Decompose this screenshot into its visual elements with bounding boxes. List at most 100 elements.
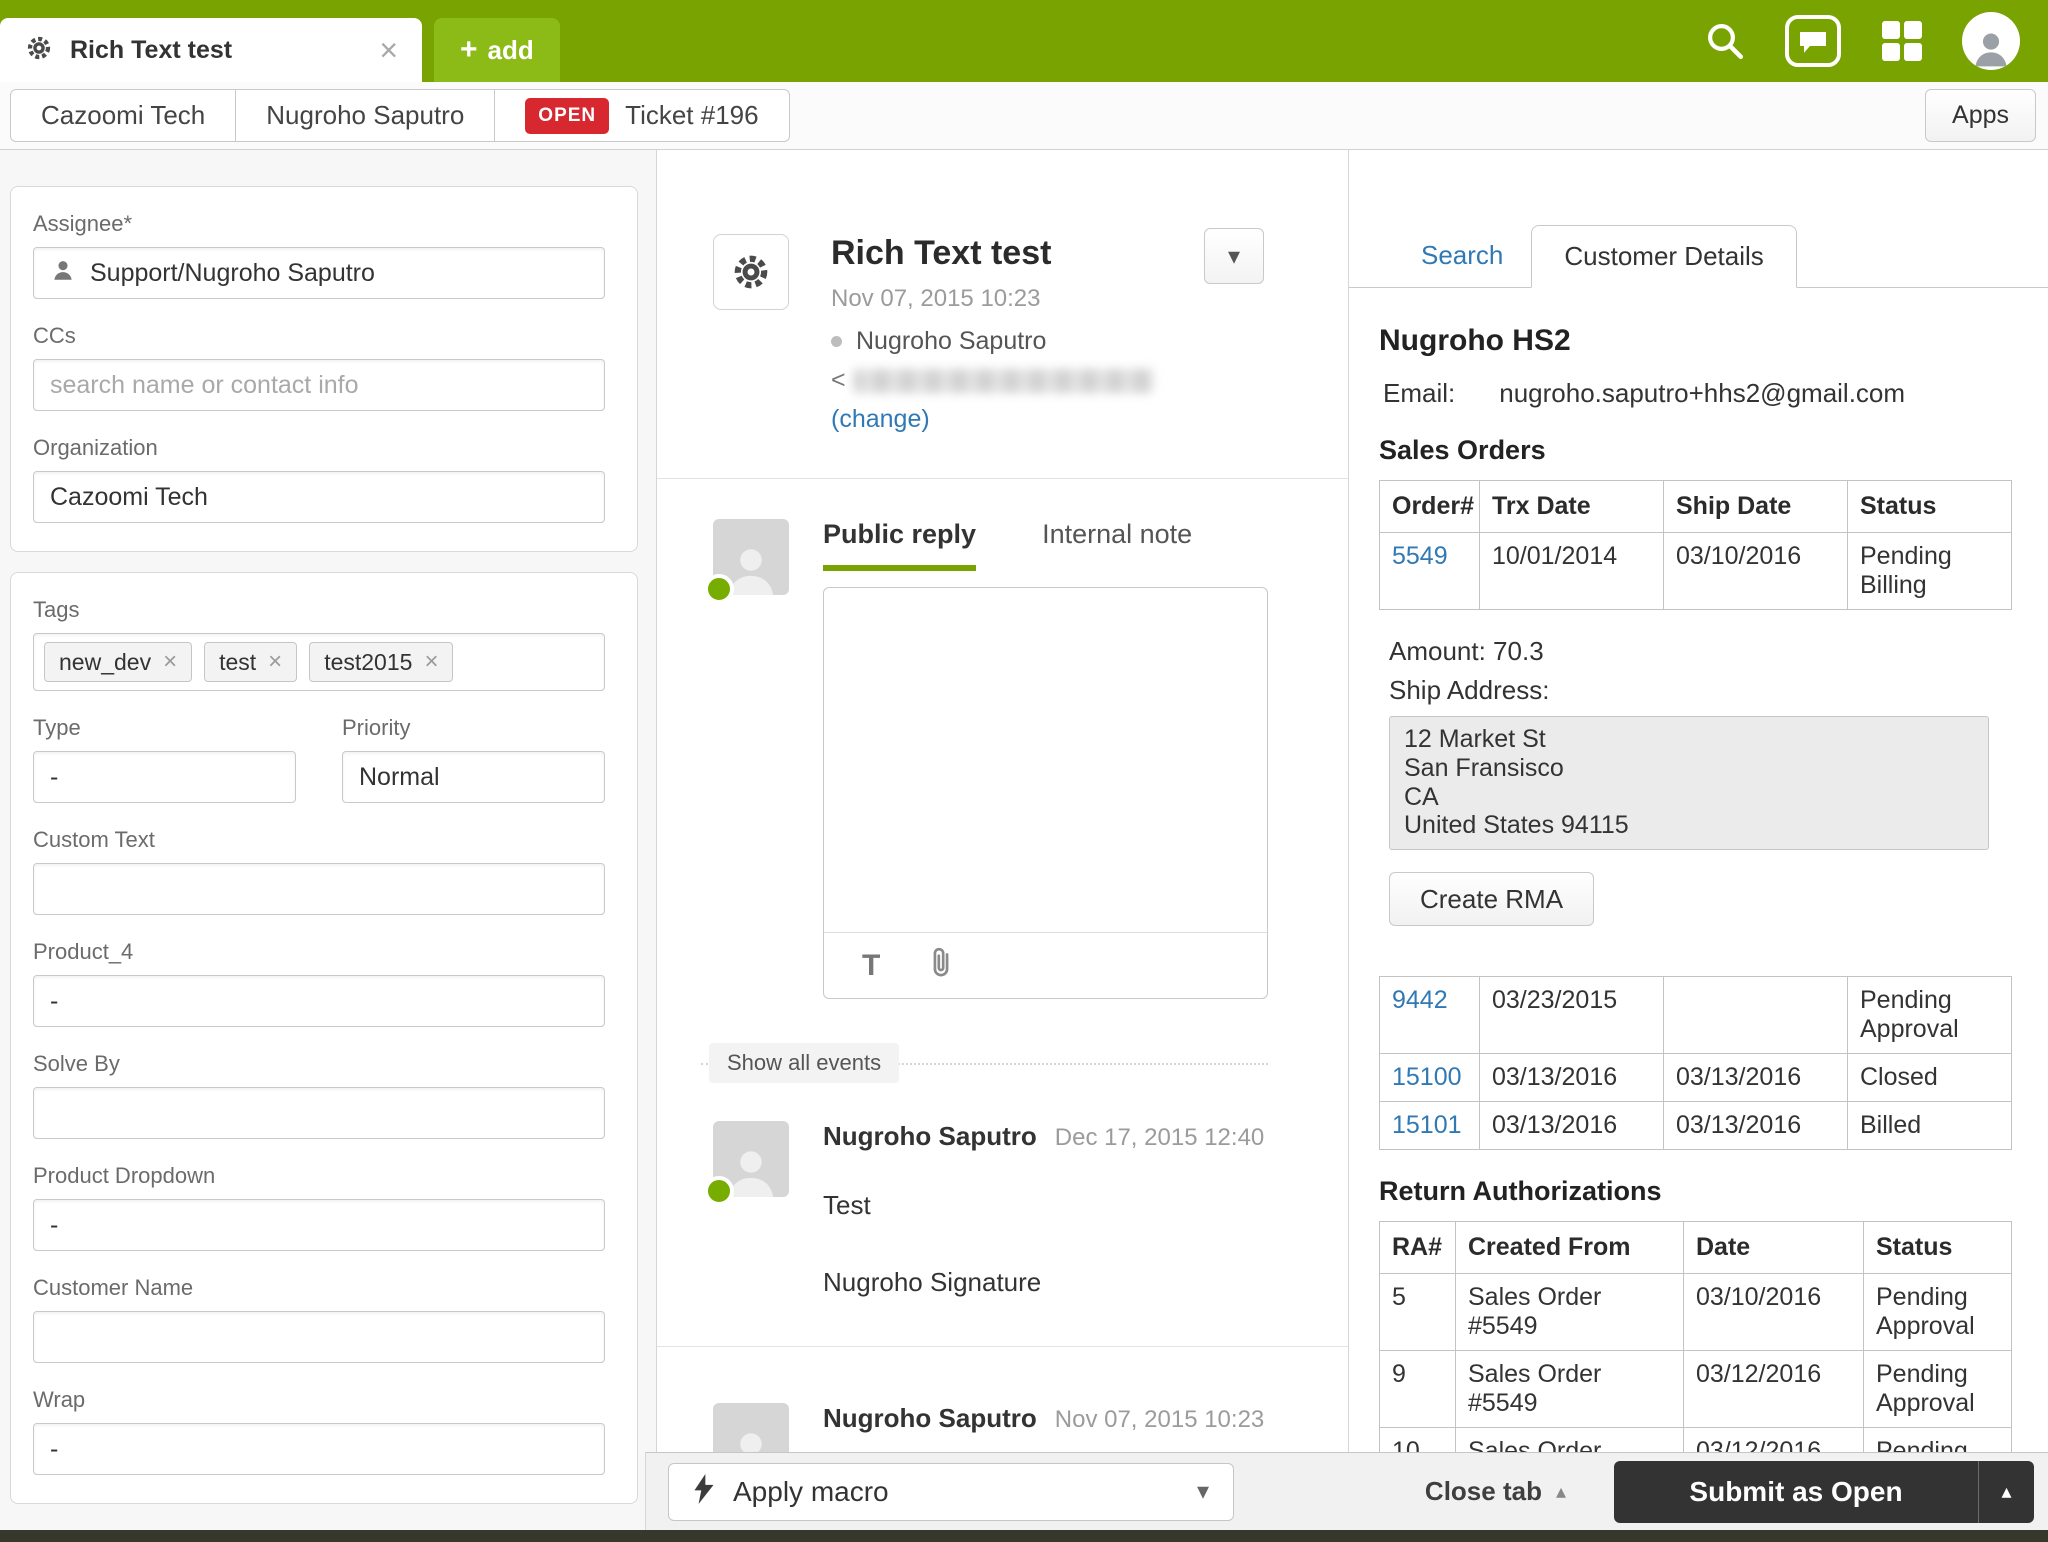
ra-number-cell: 5 <box>1379 1273 1456 1351</box>
conversation-options-button[interactable]: ▾ <box>1204 228 1264 284</box>
tags-field[interactable]: new_dev × test × test2015 × <box>33 633 605 691</box>
reply-composer: T <box>823 587 1268 999</box>
show-all-events-button[interactable]: Show all events <box>709 1043 900 1083</box>
solve-by-input[interactable] <box>33 1087 605 1139</box>
return-authorizations-table: RA# Created From Date Status 5 Sales Ord… <box>1379 1221 2012 1452</box>
tab-customer-details[interactable]: Customer Details <box>1531 225 1797 288</box>
tags-label: Tags <box>33 597 80 622</box>
add-tab-label: add <box>487 34 534 65</box>
requester-name: Nugroho Saputro <box>856 327 1047 355</box>
breadcrumb: Cazoomi Tech Nugroho Saputro OPEN Ticket… <box>10 89 790 142</box>
person-icon <box>50 257 76 290</box>
reply-tabs: Public reply Internal note <box>823 519 1268 571</box>
ship-address-textarea[interactable]: 12 Market St San Fransisco CA United Sta… <box>1389 716 1989 850</box>
agent-avatar <box>704 519 789 604</box>
email-bracket: < <box>831 366 846 394</box>
close-tab-label: Close tab <box>1424 1476 1542 1506</box>
remove-tag-icon[interactable]: × <box>163 650 177 674</box>
product-dropdown-select[interactable]: - <box>33 1199 605 1251</box>
created-from-cell: Sales Order #5549 <box>1455 1273 1684 1351</box>
type-select[interactable]: - <box>33 751 296 803</box>
table-header-row: Order# Trx Date Ship Date Status <box>1379 480 2012 533</box>
chat-icon[interactable] <box>1784 14 1842 68</box>
tag-chip: test × <box>204 642 298 682</box>
plus-icon: + <box>460 33 478 66</box>
custom-text-input[interactable] <box>33 863 605 915</box>
order-link[interactable]: 5549 <box>1392 542 1448 570</box>
priority-label: Priority <box>342 715 411 740</box>
col-trx-date: Trx Date <box>1479 480 1664 533</box>
remove-tag-icon[interactable]: × <box>268 650 282 674</box>
people-card: Assignee* Support/Nugroho Saputro CCs Or… <box>10 186 638 552</box>
status-cell: Billed <box>1847 1101 2012 1150</box>
gear-icon <box>24 33 54 68</box>
remove-tag-icon[interactable]: × <box>424 650 438 674</box>
submit-label: Submit as Open <box>1689 1475 1903 1507</box>
tag-chip: test2015 × <box>309 642 454 682</box>
assignee-field[interactable]: Support/Nugroho Saputro <box>33 247 605 299</box>
search-icon[interactable] <box>1704 20 1746 62</box>
order-link[interactable]: 15101 <box>1392 1111 1462 1139</box>
apply-macro-select[interactable]: Apply macro ▾ <box>668 1462 1234 1521</box>
submit-button[interactable]: Submit as Open ▴ <box>1614 1460 2034 1523</box>
tab-search[interactable]: Search <box>1393 224 1531 287</box>
create-rma-button[interactable]: Create RMA <box>1389 872 1595 926</box>
assignee-label: Assignee* <box>33 211 133 236</box>
order-link[interactable]: 9442 <box>1392 986 1448 1014</box>
ccs-input[interactable] <box>33 359 605 411</box>
conversation-event: Nugroho Saputro Dec 17, 2015 12:40 Test … <box>657 1065 1348 1298</box>
sales-orders-table-continued: 9442 03/23/2015 Pending Approval 15100 0… <box>1379 976 2012 1150</box>
author-avatar <box>713 1403 789 1452</box>
product-dropdown-label: Product Dropdown <box>33 1163 216 1188</box>
event-date: Dec 17, 2015 12:40 <box>1054 1124 1265 1151</box>
user-avatar[interactable] <box>1962 12 2020 70</box>
customer-app-panel: Search Customer Details Nugroho HS2 Emai… <box>1349 150 2048 1452</box>
topbar-icons <box>1704 0 2020 82</box>
priority-select[interactable]: Normal <box>342 751 605 803</box>
online-presence-icon <box>704 1176 734 1206</box>
table-header-row: RA# Created From Date Status <box>1379 1221 2012 1274</box>
close-icon[interactable]: × <box>379 34 398 66</box>
redacted-email <box>853 368 1154 393</box>
status-cell: Pending Approval <box>1847 976 2012 1054</box>
submit-options-caret[interactable]: ▴ <box>1978 1460 2034 1523</box>
text-format-icon[interactable]: T <box>862 949 880 983</box>
tab-public-reply[interactable]: Public reply <box>823 519 977 571</box>
ticket-title: Rich Text test <box>831 234 1052 272</box>
apps-grid-icon[interactable] <box>1880 19 1924 63</box>
apps-button[interactable]: Apps <box>1925 89 2036 142</box>
product4-select[interactable]: - <box>33 975 605 1027</box>
event-author: Nugroho Saputro <box>823 1121 1037 1151</box>
breadcrumb-ticket[interactable]: OPEN Ticket #196 <box>494 89 790 142</box>
type-label: Type <box>33 715 81 740</box>
organization-field[interactable]: Cazoomi Tech <box>33 471 605 523</box>
custom-text-label: Custom Text <box>33 827 155 852</box>
chevron-down-icon: ▾ <box>1227 242 1241 270</box>
wrap-select[interactable]: - <box>33 1423 605 1475</box>
change-requester-link[interactable]: (change) <box>831 405 930 434</box>
attachment-icon[interactable] <box>926 946 956 985</box>
ticket-footer: Apply macro ▾ Close tab ▴ Submit as Open… <box>645 1452 2048 1530</box>
fields-card: Tags new_dev × test × test2015 × Type - … <box>10 572 638 1504</box>
col-ra: RA# <box>1379 1221 1456 1274</box>
email-value: nugroho.saputro+hhs2@gmail.com <box>1499 378 1906 408</box>
order-link[interactable]: 15100 <box>1392 1063 1462 1091</box>
customer-name-input[interactable] <box>33 1311 605 1363</box>
event-signature: Nugroho Signature <box>823 1267 1042 1297</box>
reply-textarea[interactable] <box>836 598 1255 922</box>
status-cell: Closed <box>1847 1053 2012 1102</box>
status-badge: OPEN <box>525 97 610 134</box>
tab-internal-note[interactable]: Internal note <box>1042 519 1192 571</box>
col-order: Order# <box>1379 480 1480 533</box>
organization-value: Cazoomi Tech <box>50 482 208 511</box>
customer-name-label: Customer Name <box>33 1275 194 1300</box>
tag-chip: new_dev × <box>44 642 193 682</box>
add-tab-button[interactable]: + add <box>434 18 560 82</box>
breadcrumb-requester[interactable]: Nugroho Saputro <box>235 89 496 142</box>
close-tab-button[interactable]: Close tab ▴ <box>1425 1476 1566 1507</box>
breadcrumb-organization[interactable]: Cazoomi Tech <box>10 89 237 142</box>
created-from-cell: Sales Order #5549 <box>1455 1350 1684 1428</box>
open-ticket-tab[interactable]: Rich Text test × <box>0 18 422 82</box>
apply-macro-label: Apply macro <box>733 1475 889 1507</box>
sales-orders-table: Order# Trx Date Ship Date Status 5549 10… <box>1379 480 2012 610</box>
